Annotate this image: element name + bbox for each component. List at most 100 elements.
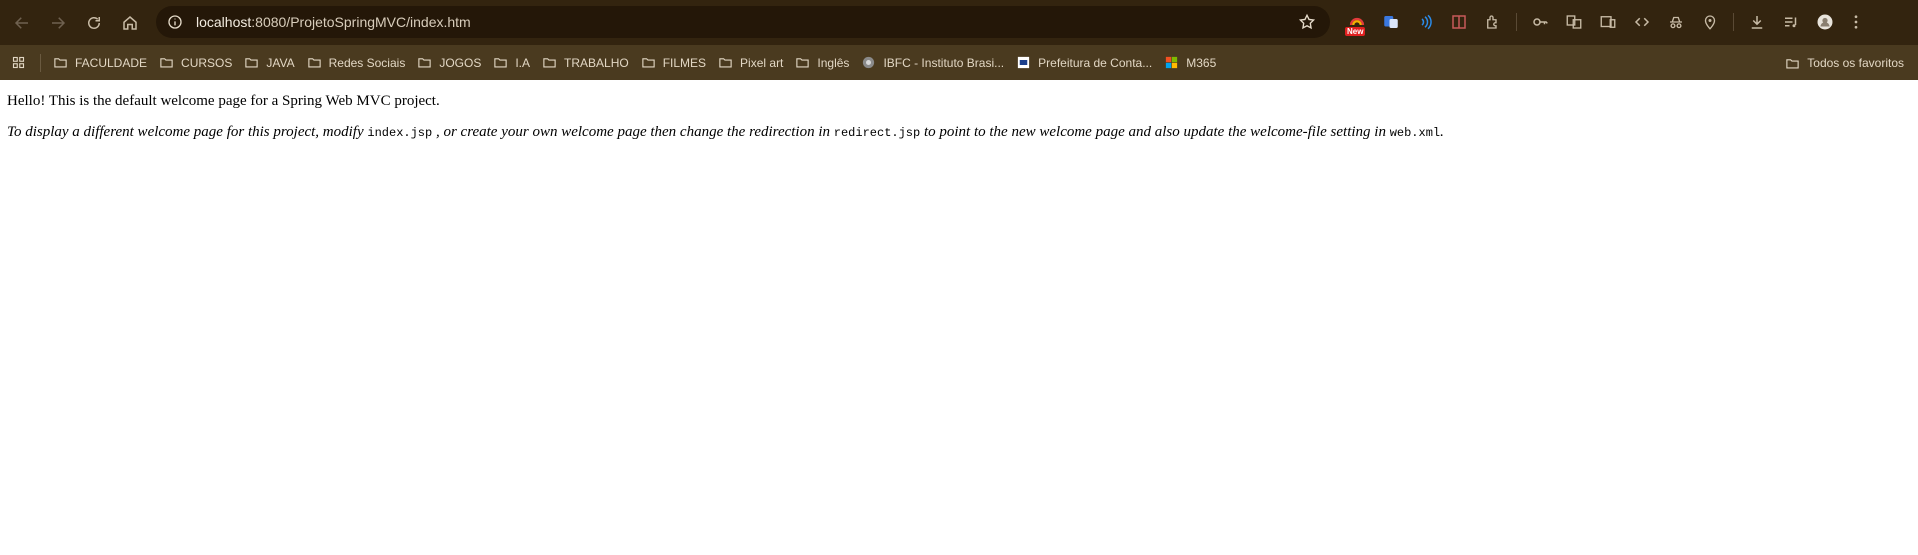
bookmark-pci[interactable]: Prefeitura de Conta... xyxy=(1010,49,1158,77)
code-icon xyxy=(1634,17,1650,27)
playlist-icon xyxy=(1785,17,1797,28)
url-host: localhost xyxy=(196,14,252,30)
code-web-xml: web.xml xyxy=(1389,126,1441,140)
bookmark-star-button[interactable] xyxy=(1298,13,1316,31)
pci-favicon xyxy=(1018,56,1030,69)
bookmark-folder-ingles[interactable]: Inglês xyxy=(789,49,855,77)
password-manager-button[interactable] xyxy=(1523,6,1557,38)
home-button[interactable] xyxy=(112,5,148,41)
bookmark-label: Inglês xyxy=(817,55,850,70)
devices-icon xyxy=(1600,16,1616,28)
folder-icon xyxy=(160,58,173,68)
bookmark-folder-cursos[interactable]: CURSOS xyxy=(153,49,238,77)
folder-icon xyxy=(642,58,655,68)
apps-grid-icon xyxy=(12,56,24,69)
folder-icon xyxy=(719,58,732,68)
bookmark-label: TRABALHO xyxy=(564,55,629,70)
url-path: :8080/ProjetoSpringMVC/index.htm xyxy=(251,14,471,30)
back-button[interactable] xyxy=(4,5,40,41)
bookmark-label: FILMES xyxy=(662,55,707,70)
bookmark-folder-pixel-art[interactable]: Pixel art xyxy=(712,49,789,77)
folder-icon xyxy=(307,58,321,68)
location-button[interactable] xyxy=(1693,6,1727,38)
extension-read-aloud[interactable] xyxy=(1408,6,1442,38)
bookmark-folder-filmes[interactable]: FILMES xyxy=(635,49,712,77)
new-badge: New xyxy=(1345,27,1366,36)
instructions-text: to point to the new welcome page and als… xyxy=(920,124,1390,140)
bookmark-folder-redes-sociais[interactable]: Redes Sociais xyxy=(301,49,412,77)
cast-button[interactable] xyxy=(1591,6,1625,38)
sound-waves-icon xyxy=(1421,14,1432,30)
browser-menu-button[interactable] xyxy=(1842,6,1870,38)
kebab-menu-icon xyxy=(1854,15,1858,29)
key-icon xyxy=(1533,18,1548,26)
ibfc-favicon xyxy=(863,56,875,69)
bookmark-label: Redes Sociais xyxy=(328,55,406,70)
downloads-button[interactable] xyxy=(1740,6,1774,38)
address-bar[interactable]: localhost:8080/ProjetoSpringMVC/index.ht… xyxy=(156,6,1330,38)
welcome-message: Hello! This is the default welcome page … xyxy=(7,93,440,109)
incognito-button[interactable] xyxy=(1659,6,1693,38)
folder-icon xyxy=(245,58,259,68)
forward-button[interactable] xyxy=(40,5,76,41)
reload-button[interactable] xyxy=(76,5,112,41)
download-icon xyxy=(1751,16,1763,29)
bookmark-label: JAVA xyxy=(266,55,295,70)
instructions-text: . xyxy=(1440,124,1444,140)
info-icon xyxy=(168,15,182,29)
bookmarks-bar: FACULDADE CURSOS JAVA Redes Sociais JOGO… xyxy=(0,45,1918,80)
url-text[interactable]: localhost:8080/ProjetoSpringMVC/index.ht… xyxy=(196,14,471,30)
bookmark-folder-faculdade[interactable]: FACULDADE xyxy=(47,49,153,77)
folder-icon xyxy=(418,58,432,68)
folder-icon xyxy=(796,58,810,68)
bookmark-folder-jogos[interactable]: JOGOS xyxy=(411,49,487,77)
microsoft-icon xyxy=(1166,56,1178,69)
bookmark-label: Pixel art xyxy=(740,55,784,70)
puzzle-icon xyxy=(1487,15,1497,29)
toolbar-divider xyxy=(1516,13,1517,31)
extension-reader[interactable] xyxy=(1442,6,1476,38)
translate-icon xyxy=(1566,15,1582,29)
folder-icon xyxy=(1786,58,1799,68)
folder-icon xyxy=(543,58,556,68)
folder-icon xyxy=(494,58,508,68)
bookmark-ibfc[interactable]: IBFC - Instituto Brasi... xyxy=(855,49,1010,77)
bookmark-label: CURSOS xyxy=(181,55,233,70)
instructions-text: To display a different welcome page for … xyxy=(7,124,368,140)
extensions-button[interactable] xyxy=(1476,6,1510,38)
location-pin-icon xyxy=(1704,15,1716,30)
book-icon xyxy=(1452,15,1466,29)
extension-new[interactable]: New xyxy=(1340,6,1374,38)
site-info-button[interactable] xyxy=(164,11,186,33)
instructions-text: , or create your own welcome page then c… xyxy=(432,124,834,140)
google-translate-icon xyxy=(1384,16,1398,28)
bookmark-m365[interactable]: M365 xyxy=(1158,49,1222,77)
reload-icon xyxy=(88,16,100,29)
devtools-button[interactable] xyxy=(1625,6,1659,38)
bookmark-label: JOGOS xyxy=(439,55,482,70)
profile-button[interactable] xyxy=(1808,6,1842,38)
page-content: Hello! This is the default welcome page … xyxy=(0,80,1918,154)
all-bookmarks-folder[interactable]: Todos os favoritos xyxy=(1779,49,1910,77)
media-controls-button[interactable] xyxy=(1774,6,1808,38)
bookmark-folder-trabalho[interactable]: TRABALHO xyxy=(536,49,635,77)
all-bookmarks-label: Todos os favoritos xyxy=(1807,56,1904,70)
bookmark-label: I.A xyxy=(515,55,531,70)
folder-icon xyxy=(54,58,67,68)
bookmark-label: Prefeitura de Conta... xyxy=(1038,55,1153,70)
bookmark-folder-ia[interactable]: I.A xyxy=(487,49,536,77)
code-redirect-jsp: redirect.jsp xyxy=(833,126,921,140)
extensions-area: New xyxy=(1340,6,1870,38)
translate-page-button[interactable] xyxy=(1557,6,1591,38)
bookmark-folder-java[interactable]: JAVA xyxy=(238,49,300,77)
bookmarks-divider xyxy=(40,53,41,72)
instructions-paragraph: To display a different welcome page for … xyxy=(7,124,1911,141)
avatar xyxy=(1817,14,1833,30)
extension-translate[interactable] xyxy=(1374,6,1408,38)
code-index-jsp: index.jsp xyxy=(367,126,433,140)
arrow-left-icon xyxy=(14,16,28,29)
bookmark-label: FACULDADE xyxy=(75,55,148,70)
bookmark-label: M365 xyxy=(1186,55,1217,70)
arrow-right-icon xyxy=(52,16,66,29)
apps-button[interactable] xyxy=(0,49,36,77)
